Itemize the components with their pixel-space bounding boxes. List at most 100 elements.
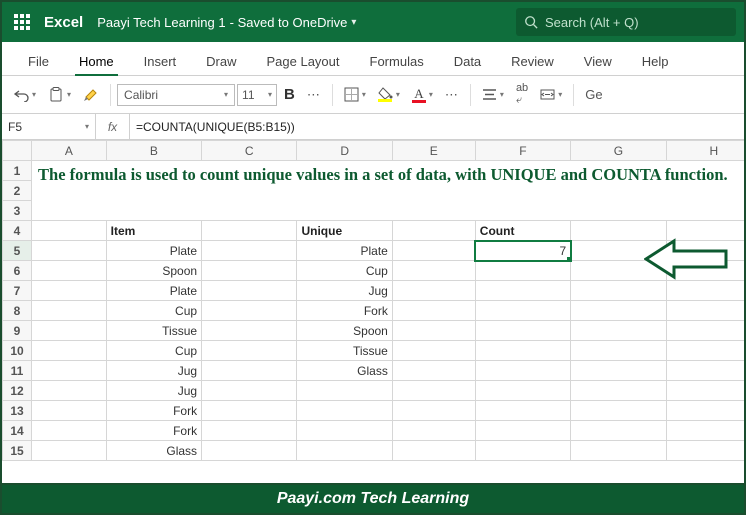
ellipsis-icon: ⋯ (307, 87, 321, 103)
row-header[interactable]: 13 (3, 401, 32, 421)
font-swatch (412, 100, 426, 103)
cell[interactable]: Tissue (106, 321, 201, 341)
cell[interactable]: Jug (297, 281, 392, 301)
cell[interactable]: Spoon (297, 321, 392, 341)
formula-bar: F5 ▾ fx =COUNTA(UNIQUE(B5:B15)) (2, 114, 744, 140)
bold-icon: B (284, 86, 295, 103)
cell[interactable]: Glass (106, 441, 201, 461)
col-header[interactable]: G (571, 141, 666, 161)
col-header[interactable]: C (202, 141, 297, 161)
row-header[interactable]: 14 (3, 421, 32, 441)
more-font-button[interactable]: ⋯ (302, 84, 326, 106)
cell[interactable]: Jug (106, 381, 201, 401)
title-bar: Excel Paayi Tech Learning 1 - Saved to O… (2, 2, 744, 42)
tab-insert[interactable]: Insert (130, 48, 191, 75)
row-header[interactable]: 7 (3, 281, 32, 301)
col-header[interactable]: F (475, 141, 570, 161)
ribbon: ▾ ▾ Calibri ▾ 11 ▾ B ⋯ ▾ ▾ (2, 76, 744, 114)
chevron-down-icon: ▾ (224, 90, 228, 99)
row-header[interactable]: 12 (3, 381, 32, 401)
row-header[interactable]: 5 (3, 241, 32, 261)
footer: Paayi.com Tech Learning (2, 483, 744, 513)
cell[interactable]: Fork (106, 401, 201, 421)
chevron-down-icon: ▾ (396, 90, 400, 99)
align-button[interactable]: ▾ (477, 85, 509, 104)
row-header[interactable]: 11 (3, 361, 32, 381)
undo-button[interactable]: ▾ (8, 85, 41, 105)
spreadsheet-grid: A B C D E F G H 1 The formula is used to… (2, 140, 744, 461)
cell[interactable]: Fork (297, 301, 392, 321)
fill-swatch (378, 99, 392, 102)
row-header[interactable]: 1 (3, 161, 32, 181)
format-painter-button[interactable] (78, 84, 104, 106)
fx-icon[interactable]: fx (96, 114, 130, 139)
col-header[interactable]: B (106, 141, 201, 161)
bold-button[interactable]: B (279, 83, 300, 106)
cell[interactable]: Cup (106, 301, 201, 321)
arrow-left-icon (644, 238, 730, 280)
doc-title[interactable]: Paayi Tech Learning 1 - Saved to OneDriv… (97, 15, 356, 30)
cell[interactable]: Unique (297, 221, 392, 241)
tab-draw[interactable]: Draw (192, 48, 250, 75)
cell[interactable]: Plate (106, 281, 201, 301)
ribbon-tabs: File Home Insert Draw Page Layout Formul… (2, 42, 744, 76)
more-format-button[interactable]: ⋯ (440, 84, 464, 106)
app-launcher-icon[interactable] (14, 14, 30, 30)
cell[interactable]: Jug (106, 361, 201, 381)
row-header[interactable]: 15 (3, 441, 32, 461)
wrap-text-button[interactable]: ab⤶ (511, 79, 533, 110)
formula-input[interactable]: =COUNTA(UNIQUE(B5:B15)) (130, 114, 744, 139)
paste-button[interactable]: ▾ (43, 84, 76, 106)
font-size: 11 (242, 88, 254, 102)
col-header[interactable]: E (392, 141, 475, 161)
row-header[interactable]: 9 (3, 321, 32, 341)
tab-view[interactable]: View (570, 48, 626, 75)
merge-button[interactable]: ▾ (535, 85, 567, 104)
font-name-select[interactable]: Calibri ▾ (117, 84, 235, 106)
font-color-button[interactable]: A ▾ (407, 84, 438, 106)
font-color-icon: A (414, 87, 423, 100)
tab-file[interactable]: File (14, 48, 63, 75)
cell[interactable]: Cup (297, 261, 392, 281)
fill-color-button[interactable]: ▾ (373, 84, 405, 105)
col-header[interactable]: D (297, 141, 392, 161)
select-all-corner[interactable] (3, 141, 32, 161)
paintbrush-icon (83, 87, 99, 103)
col-header[interactable]: A (32, 141, 107, 161)
tab-review[interactable]: Review (497, 48, 568, 75)
tab-home[interactable]: Home (65, 48, 128, 75)
search-input[interactable]: Search (Alt + Q) (516, 8, 736, 36)
cell[interactable]: Count (475, 221, 570, 241)
row-header[interactable]: 3 (3, 201, 32, 221)
cell[interactable]: Spoon (106, 261, 201, 281)
cell-ref: F5 (8, 120, 22, 134)
tab-help[interactable]: Help (628, 48, 683, 75)
sheet-area[interactable]: A B C D E F G H 1 The formula is used to… (2, 140, 744, 483)
chevron-down-icon: ▾ (85, 122, 89, 131)
cell[interactable]: Cup (106, 341, 201, 361)
row-header[interactable]: 2 (3, 181, 32, 201)
row-header[interactable]: 6 (3, 261, 32, 281)
font-size-select[interactable]: 11 ▾ (237, 84, 277, 106)
bucket-icon (378, 87, 393, 99)
row-header[interactable]: 10 (3, 341, 32, 361)
cell[interactable]: Plate (106, 241, 201, 261)
row-header[interactable]: 4 (3, 221, 32, 241)
app-name: Excel (44, 14, 83, 31)
chevron-down-icon: ▾ (268, 90, 272, 99)
row-header[interactable]: 8 (3, 301, 32, 321)
cell-selected[interactable]: 7 (475, 241, 570, 261)
borders-button[interactable]: ▾ (339, 84, 371, 105)
number-format-button[interactable]: Ge (580, 84, 607, 105)
name-box[interactable]: F5 ▾ (2, 114, 96, 139)
tab-data[interactable]: Data (440, 48, 495, 75)
cell[interactable]: Item (106, 221, 201, 241)
wrap-text-icon: ab⤶ (516, 82, 528, 107)
cell[interactable]: Tissue (297, 341, 392, 361)
tab-formulas[interactable]: Formulas (356, 48, 438, 75)
cell[interactable]: Plate (297, 241, 392, 261)
cell[interactable]: Fork (106, 421, 201, 441)
cell[interactable]: Glass (297, 361, 392, 381)
col-header[interactable]: H (666, 141, 744, 161)
tab-page-layout[interactable]: Page Layout (253, 48, 354, 75)
